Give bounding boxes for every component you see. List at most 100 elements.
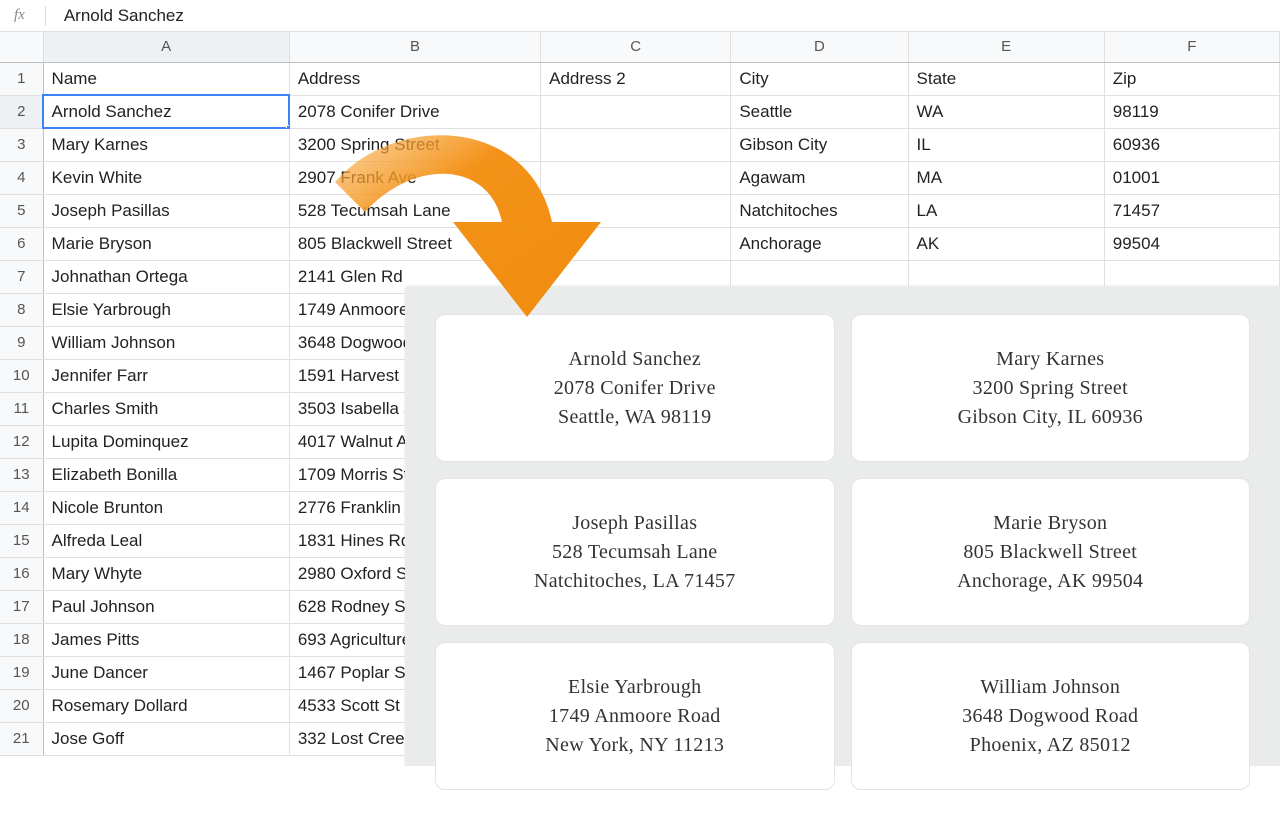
cell-A13[interactable]: Elizabeth Bonilla <box>43 458 289 491</box>
cell-A11[interactable]: Charles Smith <box>43 392 289 425</box>
row-number[interactable]: 1 <box>0 62 43 95</box>
cell-A18[interactable]: James Pitts <box>43 623 289 656</box>
col-header-E[interactable]: E <box>908 32 1104 62</box>
row-number[interactable]: 19 <box>0 656 43 689</box>
table-row: 4Kevin White2907 Frank Ave AgawamMA01001 <box>0 161 1280 194</box>
address-label: Joseph Pasillas528 Tecumsah LaneNatchito… <box>435 478 835 626</box>
cell-B1[interactable]: Address <box>289 62 540 95</box>
cell-A3[interactable]: Mary Karnes <box>43 128 289 161</box>
cell-C5[interactable] <box>541 194 731 227</box>
row-number[interactable]: 11 <box>0 392 43 425</box>
cell-A19[interactable]: June Dancer <box>43 656 289 689</box>
cell-A17[interactable]: Paul Johnson <box>43 590 289 623</box>
cell-E3[interactable]: IL <box>908 128 1104 161</box>
row-number[interactable]: 4 <box>0 161 43 194</box>
cell-C4[interactable] <box>541 161 731 194</box>
row-number[interactable]: 7 <box>0 260 43 293</box>
address-label: Marie Bryson805 Blackwell StreetAnchorag… <box>851 478 1251 626</box>
cell-B4[interactable]: 2907 Frank Ave <box>289 161 540 194</box>
cell-B5[interactable]: 528 Tecumsah Lane <box>289 194 540 227</box>
col-header-A[interactable]: A <box>43 32 289 62</box>
row-number[interactable]: 21 <box>0 722 43 755</box>
row-number[interactable]: 20 <box>0 689 43 722</box>
label-address: 805 Blackwell Street <box>963 538 1137 567</box>
row-number[interactable]: 6 <box>0 227 43 260</box>
cell-F3[interactable]: 60936 <box>1104 128 1279 161</box>
cell-D6[interactable]: Anchorage <box>731 227 908 260</box>
col-header-C[interactable]: C <box>541 32 731 62</box>
cell-A6[interactable]: Marie Bryson <box>43 227 289 260</box>
cell-B3[interactable]: 3200 Spring Street <box>289 128 540 161</box>
address-label: William Johnson3648 Dogwood RoadPhoenix,… <box>851 642 1251 790</box>
col-header-D[interactable]: D <box>731 32 908 62</box>
label-city: Gibson City, IL 60936 <box>958 403 1143 432</box>
cell-A5[interactable]: Joseph Pasillas <box>43 194 289 227</box>
cell-E4[interactable]: MA <box>908 161 1104 194</box>
row-number[interactable]: 13 <box>0 458 43 491</box>
table-row: 2Arnold Sanchez2078 Conifer Drive Seattle… <box>0 95 1280 128</box>
label-name: Mary Karnes <box>996 345 1104 374</box>
row-number[interactable]: 5 <box>0 194 43 227</box>
cell-A2[interactable]: Arnold Sanchez <box>43 95 289 128</box>
row-number[interactable]: 18 <box>0 623 43 656</box>
row-number[interactable]: 10 <box>0 359 43 392</box>
row-number[interactable]: 9 <box>0 326 43 359</box>
cell-F5[interactable]: 71457 <box>1104 194 1279 227</box>
cell-A1[interactable]: Name <box>43 62 289 95</box>
cell-A20[interactable]: Rosemary Dollard <box>43 689 289 722</box>
cell-A15[interactable]: Alfreda Leal <box>43 524 289 557</box>
cell-C6[interactable] <box>541 227 731 260</box>
fx-icon[interactable]: fx <box>8 7 31 24</box>
table-row: 3Mary Karnes3200 Spring Street Gibson Cit… <box>0 128 1280 161</box>
label-address: 3648 Dogwood Road <box>962 702 1138 731</box>
corner-cell[interactable] <box>0 32 43 62</box>
cell-A8[interactable]: Elsie Yarbrough <box>43 293 289 326</box>
cell-D3[interactable]: Gibson City <box>731 128 908 161</box>
cell-D5[interactable]: Natchitoches <box>731 194 908 227</box>
col-header-B[interactable]: B <box>289 32 540 62</box>
label-name: Joseph Pasillas <box>572 509 697 538</box>
row-number[interactable]: 16 <box>0 557 43 590</box>
label-city: Seattle, WA 98119 <box>558 403 711 432</box>
label-address: 3200 Spring Street <box>973 374 1128 403</box>
row-number[interactable]: 3 <box>0 128 43 161</box>
cell-A21[interactable]: Jose Goff <box>43 722 289 755</box>
label-city: New York, NY 11213 <box>545 731 724 760</box>
cell-A7[interactable]: Johnathan Ortega <box>43 260 289 293</box>
cell-A4[interactable]: Kevin White <box>43 161 289 194</box>
cell-C3[interactable] <box>541 128 731 161</box>
col-header-F[interactable]: F <box>1104 32 1279 62</box>
fx-divider <box>45 6 46 26</box>
cell-A10[interactable]: Jennifer Farr <box>43 359 289 392</box>
row-number[interactable]: 15 <box>0 524 43 557</box>
cell-A14[interactable]: Nicole Brunton <box>43 491 289 524</box>
cell-E2[interactable]: WA <box>908 95 1104 128</box>
row-number[interactable]: 8 <box>0 293 43 326</box>
cell-F1[interactable]: Zip <box>1104 62 1279 95</box>
cell-F6[interactable]: 99504 <box>1104 227 1279 260</box>
cell-D1[interactable]: City <box>731 62 908 95</box>
cell-E6[interactable]: AK <box>908 227 1104 260</box>
cell-F2[interactable]: 98119 <box>1104 95 1279 128</box>
cell-B6[interactable]: 805 Blackwell Street <box>289 227 540 260</box>
cell-F4[interactable]: 01001 <box>1104 161 1279 194</box>
cell-A9[interactable]: William Johnson <box>43 326 289 359</box>
label-name: Elsie Yarbrough <box>568 673 701 702</box>
cell-E1[interactable]: State <box>908 62 1104 95</box>
table-row: 1NameAddressAddress 2CityStateZip <box>0 62 1280 95</box>
row-number[interactable]: 2 <box>0 95 43 128</box>
cell-C2[interactable] <box>541 95 731 128</box>
selection-handle[interactable] <box>286 125 290 129</box>
cell-A16[interactable]: Mary Whyte <box>43 557 289 590</box>
cell-B2[interactable]: 2078 Conifer Drive <box>289 95 540 128</box>
cell-A12[interactable]: Lupita Dominquez <box>43 425 289 458</box>
cell-D2[interactable]: Seattle <box>731 95 908 128</box>
cell-D4[interactable]: Agawam <box>731 161 908 194</box>
cell-C1[interactable]: Address 2 <box>541 62 731 95</box>
label-address: 528 Tecumsah Lane <box>552 538 718 567</box>
row-number[interactable]: 14 <box>0 491 43 524</box>
cell-E5[interactable]: LA <box>908 194 1104 227</box>
row-number[interactable]: 12 <box>0 425 43 458</box>
formula-input[interactable] <box>60 6 1272 26</box>
row-number[interactable]: 17 <box>0 590 43 623</box>
